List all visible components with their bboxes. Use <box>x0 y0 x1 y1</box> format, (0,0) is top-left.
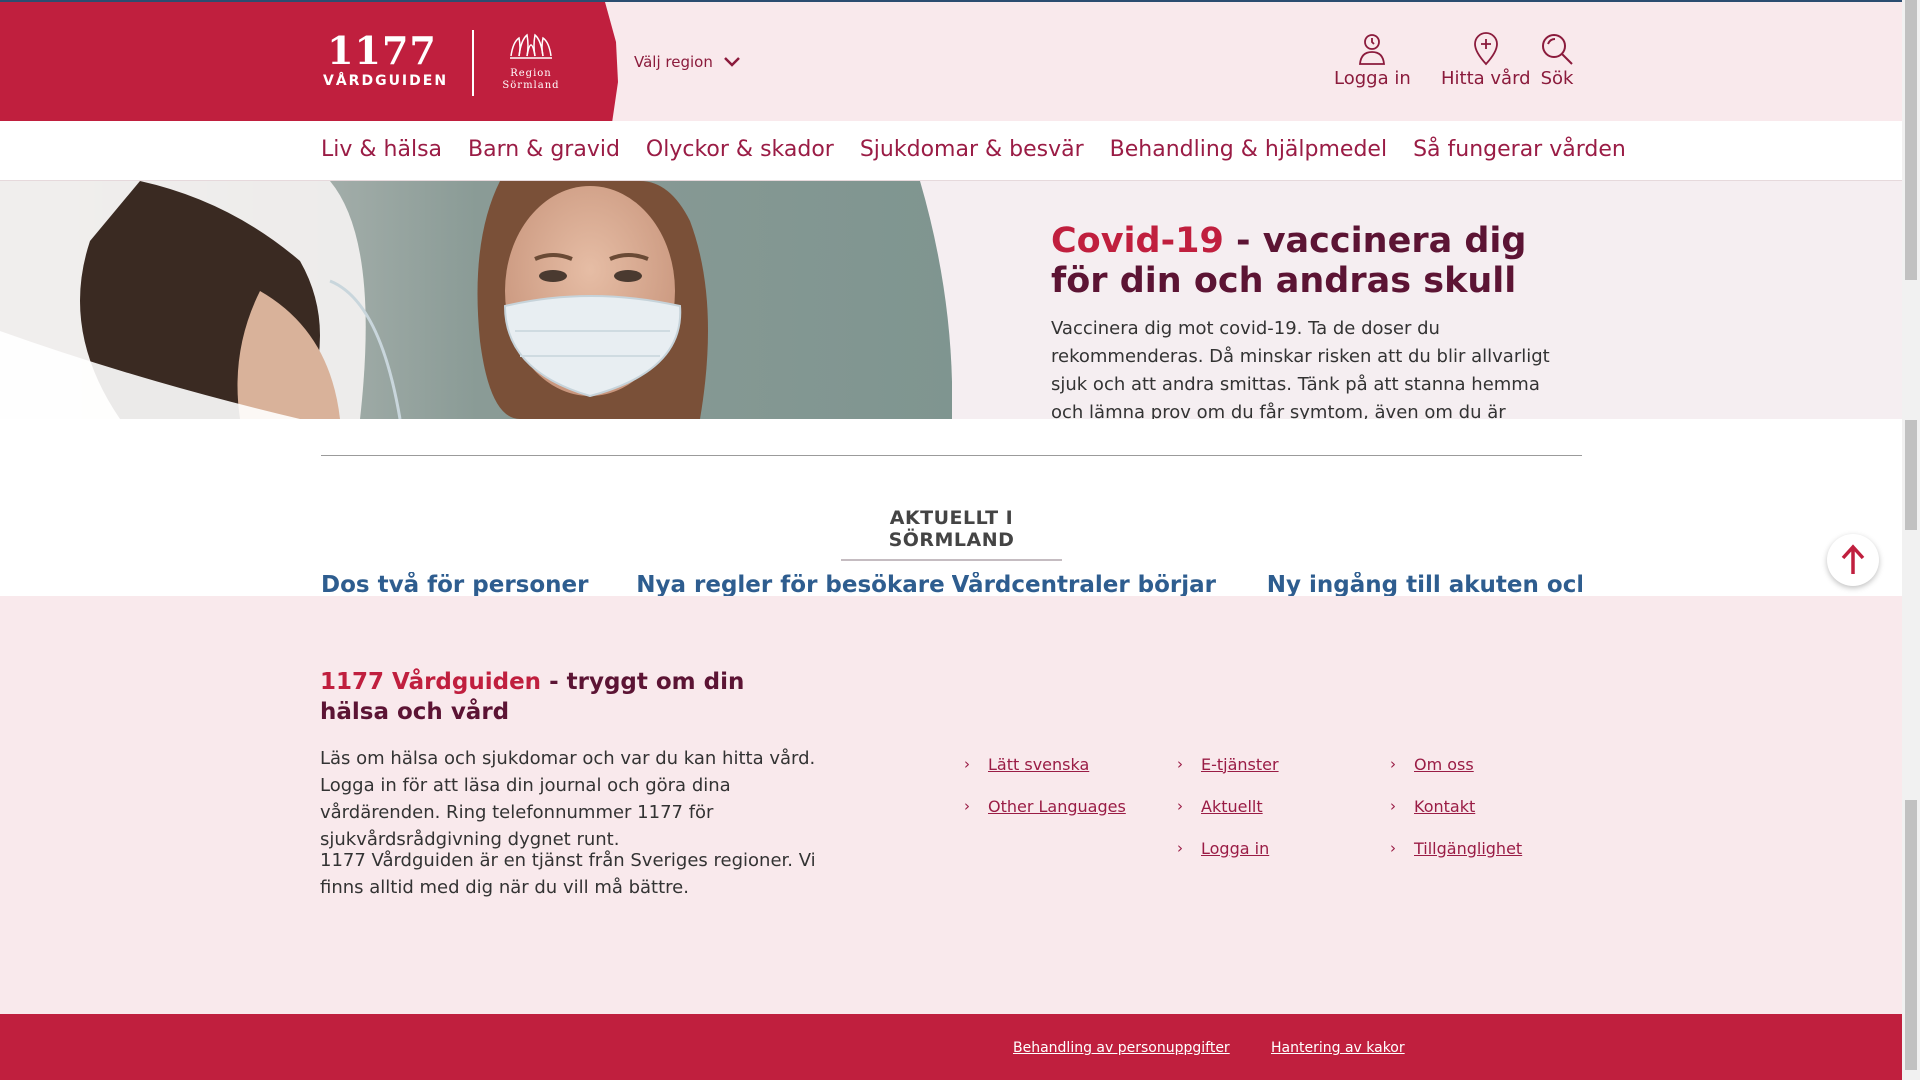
footer-link-item: › E-tjänster <box>1177 743 1279 785</box>
nav-item-sjukdomar-besvar[interactable]: Sjukdomar & besvär <box>860 137 1084 162</box>
footer-title: 1177 Vårdguiden - tryggt om din hälsa oc… <box>320 667 820 727</box>
footer-links-column-2: › E-tjänster › Aktuellt › Logga in <box>1177 743 1279 869</box>
arrow-up-icon <box>1841 544 1865 574</box>
footer-link-item: › Om oss <box>1390 743 1522 785</box>
logo-number: 1177 <box>327 28 437 73</box>
news-item[interactable]: Dos två för personer <box>321 572 636 596</box>
nav-item-sa-fungerar-varden[interactable]: Så fungerar vården <box>1413 137 1626 162</box>
chevron-right-icon: › <box>1177 839 1183 857</box>
scroll-to-top-button[interactable] <box>1827 534 1879 586</box>
scrollbar-thumb[interactable] <box>1905 800 1917 1070</box>
news-list: Dos två för personer Nya regler för besö… <box>321 572 1582 596</box>
page: 1177 VÅRDGUIDEN Region Sörmland Välj reg… <box>0 0 1902 1080</box>
scrollbar-thumb[interactable] <box>1905 0 1917 280</box>
hero-image <box>0 181 952 419</box>
login-label: Logga in <box>1334 68 1411 89</box>
chevron-down-icon <box>723 57 740 67</box>
footer-links-column-1: › Lätt svenska › Other Languages <box>964 743 1126 827</box>
region-sormland-logo[interactable]: Region Sörmland <box>490 32 572 92</box>
chevron-right-icon: › <box>964 797 970 815</box>
footer-link-kontakt[interactable]: Kontakt <box>1414 797 1475 816</box>
footer-link-item: › Logga in <box>1177 827 1279 869</box>
person-icon <box>1359 34 1386 65</box>
footer-title-accent: 1177 Vårdguiden <box>320 669 542 695</box>
footer-link-logga-in[interactable]: Logga in <box>1201 839 1269 858</box>
footer-link-latt-svenska[interactable]: Lätt svenska <box>988 755 1089 774</box>
footer-link-om-oss[interactable]: Om oss <box>1414 755 1474 774</box>
section-divider <box>321 455 1582 456</box>
hero-title-accent: Covid-19 <box>1051 221 1224 261</box>
nav-item-behandling-hjalpmedel[interactable]: Behandling & hjälpmedel <box>1110 137 1387 162</box>
link-kakor[interactable]: Hantering av kakor <box>1271 1040 1405 1056</box>
footer-link-item: › Kontakt <box>1390 785 1522 827</box>
footer-link-tillganglighet[interactable]: Tillgänglighet <box>1414 839 1522 858</box>
scrollbar-thumb[interactable] <box>1905 420 1917 530</box>
region-select-label: Välj region <box>634 53 713 71</box>
chevron-right-icon: › <box>964 755 970 773</box>
logo-divider <box>472 30 474 96</box>
news-item[interactable]: Ny ingång till akuten och <box>1267 572 1582 596</box>
footer-link-other-languages[interactable]: Other Languages <box>988 797 1126 816</box>
search-icon <box>1542 34 1573 65</box>
vaccination-photo <box>0 181 952 419</box>
hero-banner[interactable]: Covid-19 - vaccinera dig för din och and… <box>0 181 1902 419</box>
logo-1177-vardguiden[interactable]: 1177 VÅRDGUIDEN <box>323 28 449 90</box>
login-button[interactable]: Logga in <box>1334 32 1411 89</box>
footer-links-column-3: › Om oss › Kontakt › Tillgänglighet <box>1390 743 1522 869</box>
footer-link-item: › Other Languages <box>964 785 1126 827</box>
find-care-button[interactable]: Hitta vård <box>1441 32 1531 89</box>
search-label: Sök <box>1540 68 1574 89</box>
hero-title[interactable]: Covid-19 - vaccinera dig för din och and… <box>1051 221 1551 301</box>
chevron-right-icon: › <box>1177 755 1183 773</box>
aktuellt-heading: AKTUELLT I SÖRMLAND <box>841 507 1062 561</box>
hero-text: Vaccinera dig mot covid-19. Ta de doser … <box>1051 318 1550 419</box>
search-button[interactable]: Sök <box>1540 32 1574 89</box>
bottom-bar: Behandling av personuppgifter Hantering … <box>0 1014 1902 1080</box>
scrollbar[interactable] <box>1902 0 1920 1080</box>
main-navigation: Liv & hälsa Barn & gravid Olyckor & skad… <box>0 121 1902 181</box>
footer-link-item: › Aktuellt <box>1177 785 1279 827</box>
chevron-right-icon: › <box>1177 797 1183 815</box>
chevron-right-icon: › <box>1390 755 1396 773</box>
footer-link-item: › Lätt svenska <box>964 743 1126 785</box>
nav-item-barn-gravid[interactable]: Barn & gravid <box>468 137 620 162</box>
footer-link-aktuellt[interactable]: Aktuellt <box>1201 797 1263 816</box>
map-pin-plus-icon <box>1473 32 1498 66</box>
news-item[interactable]: Nya regler för besökare <box>636 572 951 596</box>
chevron-right-icon: › <box>1390 839 1396 857</box>
link-personuppgifter[interactable]: Behandling av personuppgifter <box>1013 1040 1230 1056</box>
footer: 1177 Vårdguiden - tryggt om din hälsa oc… <box>0 596 1902 1014</box>
news-item[interactable]: Vårdcentraler börjar <box>952 572 1267 596</box>
footer-description: Läs om hälsa och sjukdomar och var du ka… <box>320 748 816 850</box>
footer-about: 1177 Vårdguiden är en tjänst från Sverig… <box>320 850 816 898</box>
hero-content: Covid-19 - vaccinera dig för din och and… <box>1051 221 1551 419</box>
footer-link-e-tjanster[interactable]: E-tjänster <box>1201 755 1279 774</box>
logo-name: VÅRDGUIDEN <box>323 73 449 89</box>
chevron-right-icon: › <box>1390 797 1396 815</box>
region-name: Region Sörmland <box>502 68 560 91</box>
crown-icon <box>510 33 552 59</box>
nav-item-olyckor-skador[interactable]: Olyckor & skador <box>646 137 834 162</box>
top-header: 1177 VÅRDGUIDEN Region Sörmland Välj reg… <box>0 0 1902 123</box>
find-care-label: Hitta vård <box>1441 68 1531 89</box>
footer-link-item: › Tillgänglighet <box>1390 827 1522 869</box>
nav-item-liv-halsa[interactable]: Liv & hälsa <box>321 137 442 162</box>
region-select[interactable]: Välj region <box>634 53 741 71</box>
